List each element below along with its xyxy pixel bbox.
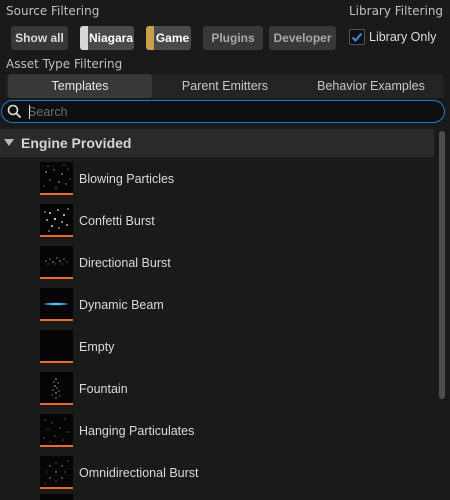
omnidirectional-burst-thumbnail xyxy=(40,456,73,489)
list-item-label: Blowing Particles xyxy=(79,172,175,186)
asset-type-tabs: Templates Parent Emitters Behavior Examp… xyxy=(6,74,444,98)
list-item-label: Dynamic Beam xyxy=(79,298,164,312)
tab-parent-emitters[interactable]: Parent Emitters xyxy=(156,74,294,98)
group-header-engine-provided[interactable]: Engine Provided xyxy=(0,129,434,157)
search-input[interactable] xyxy=(28,103,428,120)
list-item-directional-burst[interactable]: Directional Burst xyxy=(0,242,434,284)
text-caret xyxy=(29,105,30,119)
list-item-fountain[interactable]: Fountain xyxy=(0,368,434,410)
list-item-confetti-burst[interactable]: Confetti Burst xyxy=(0,200,434,242)
blowing-particles-thumbnail xyxy=(40,162,73,195)
library-filtering-label: Library Filtering xyxy=(349,4,444,18)
tab-behavior-examples-label: Behavior Examples xyxy=(317,79,425,93)
chevron-down-icon xyxy=(4,139,14,146)
empty-thumbnail xyxy=(40,330,73,363)
tab-templates-label: Templates xyxy=(51,79,109,93)
niagara-filter-button[interactable]: Niagara xyxy=(80,26,134,50)
niagara-swatch xyxy=(80,26,88,50)
list-item-label: Fountain xyxy=(79,382,128,396)
dynamic-beam-thumbnail xyxy=(40,288,73,321)
search-box[interactable] xyxy=(1,100,445,123)
list-item-label: Confetti Burst xyxy=(79,214,155,228)
game-swatch xyxy=(146,26,154,50)
show-all-label: Show all xyxy=(15,31,64,45)
list-item-dynamic-beam[interactable]: Dynamic Beam xyxy=(0,284,434,326)
search-icon xyxy=(7,104,22,119)
partial-thumbnail xyxy=(40,494,73,500)
tab-parent-emitters-label: Parent Emitters xyxy=(181,79,269,93)
source-filtering-label: Source Filtering xyxy=(6,4,100,18)
plugins-filter-button[interactable]: Plugins xyxy=(203,26,263,50)
list-item-label: Directional Burst xyxy=(79,256,171,270)
list-item-label: Hanging Particulates xyxy=(79,424,195,438)
group-label: Engine Provided xyxy=(21,135,132,151)
directional-burst-thumbnail xyxy=(40,246,73,279)
show-all-button[interactable]: Show all xyxy=(11,26,68,50)
list-item-label: Empty xyxy=(79,340,115,354)
checkmark-icon xyxy=(351,32,363,42)
library-only-checkbox[interactable] xyxy=(349,29,365,45)
list-item-empty[interactable]: Empty xyxy=(0,326,434,368)
list-item-label: Omnidirectional Burst xyxy=(79,466,199,480)
developer-filter-button[interactable]: Developer xyxy=(269,26,336,50)
asset-type-filtering-label: Asset Type Filtering xyxy=(6,57,123,71)
library-only-label[interactable]: Library Only xyxy=(369,30,436,44)
plugins-filter-label: Plugins xyxy=(211,31,255,45)
list-item-omnidirectional-burst[interactable]: Omnidirectional Burst xyxy=(0,452,434,494)
fountain-thumbnail xyxy=(40,372,73,405)
game-filter-button[interactable]: Game xyxy=(146,26,191,50)
tab-templates[interactable]: Templates xyxy=(8,74,152,98)
developer-filter-label: Developer xyxy=(273,31,332,45)
niagara-filter-label: Niagara xyxy=(88,31,134,45)
tab-behavior-examples[interactable]: Behavior Examples xyxy=(298,74,444,98)
hanging-particulates-thumbnail xyxy=(40,414,73,447)
list-item-hanging-particulates[interactable]: Hanging Particulates xyxy=(0,410,434,452)
confetti-burst-thumbnail xyxy=(40,204,73,237)
scrollbar-thumb[interactable] xyxy=(439,131,445,399)
game-filter-label: Game xyxy=(155,31,190,45)
list-item-partial[interactable] xyxy=(0,494,434,500)
list-item-blowing-particles[interactable]: Blowing Particles xyxy=(0,158,434,200)
